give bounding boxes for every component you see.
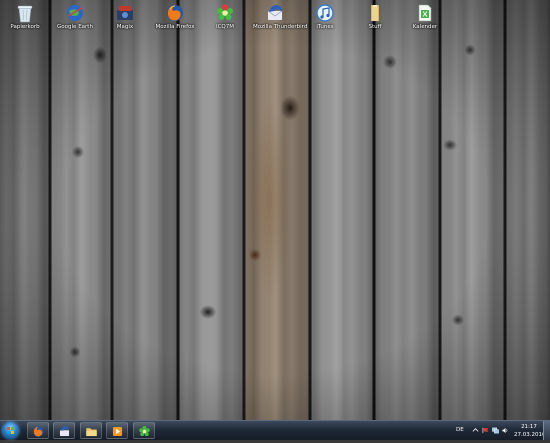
desktop-icon-firefox[interactable]: Mozilla Firefox (153, 3, 197, 31)
folder-icon (86, 428, 97, 437)
desktop-icon-label: iTunes (316, 24, 334, 30)
desktop-icon-label: Mozilla Firefox (155, 24, 195, 30)
volume-icon[interactable] (502, 427, 509, 434)
spreadsheet-icon (418, 4, 432, 22)
magix-icon (117, 6, 133, 20)
desktop-wallpaper (0, 0, 550, 420)
folder-icon (371, 5, 379, 21)
desktop-icon-label: Papierkorb (10, 24, 40, 30)
desktop-icon-label: Kalender (412, 24, 438, 30)
clock-date[interactable]: 27.03.2010 (514, 432, 546, 438)
desktop-icon-google-earth[interactable]: Google Earth (53, 3, 97, 31)
taskbar-pinned-media-player[interactable] (106, 422, 128, 439)
desktop-icon-itunes[interactable]: iTunes (303, 3, 347, 31)
windows-logo-icon (7, 427, 14, 434)
thunderbird-icon (59, 426, 70, 437)
taskbar-pinned-icq[interactable] (133, 422, 155, 439)
desktop-icon-kalender[interactable]: Kalender (403, 3, 447, 31)
network-icon[interactable] (492, 427, 499, 434)
google-earth-icon (67, 5, 83, 21)
taskbar: DE 21:17 27.03.2010 (0, 420, 550, 440)
taskbar-pinned-thunderbird[interactable] (53, 422, 75, 439)
start-button[interactable] (2, 422, 19, 439)
icq-flower-icon (217, 4, 233, 20)
desktop-icon-label: Mozilla Thunderbird (253, 24, 308, 30)
desktop-icon-thunderbird[interactable]: Mozilla Thunderbird (253, 3, 308, 31)
desktop-icon-label: Google Earth (57, 24, 93, 30)
media-player-icon (112, 426, 123, 437)
desktop-icon-stuff[interactable]: Stuff (353, 3, 397, 31)
taskbar-pinned-explorer[interactable] (80, 422, 102, 439)
itunes-icon (316, 4, 334, 22)
firefox-icon (33, 426, 44, 437)
show-desktop-button[interactable] (543, 421, 550, 440)
icq-flower-icon (139, 425, 150, 437)
recycle-bin-icon (17, 5, 33, 23)
desktop-icon-label: Magix (116, 24, 134, 30)
desktop-icon-label: ICQ7M (215, 24, 235, 30)
show-hidden-icons-icon[interactable] (472, 427, 479, 434)
desktop-icon-label: Stuff (368, 24, 382, 30)
action-center-flag-icon[interactable] (482, 427, 489, 434)
desktop-icon-icq[interactable]: ICQ7M (203, 3, 247, 31)
language-indicator[interactable]: DE (456, 427, 464, 433)
thunderbird-icon (267, 5, 283, 20)
taskbar-pinned-firefox[interactable] (27, 422, 49, 439)
firefox-icon (167, 5, 183, 21)
desktop-icon-magix[interactable]: Magix (103, 3, 147, 31)
desktop-icon-recycle-bin[interactable]: Papierkorb (3, 3, 47, 31)
clock-time[interactable]: 21:17 (518, 424, 540, 430)
